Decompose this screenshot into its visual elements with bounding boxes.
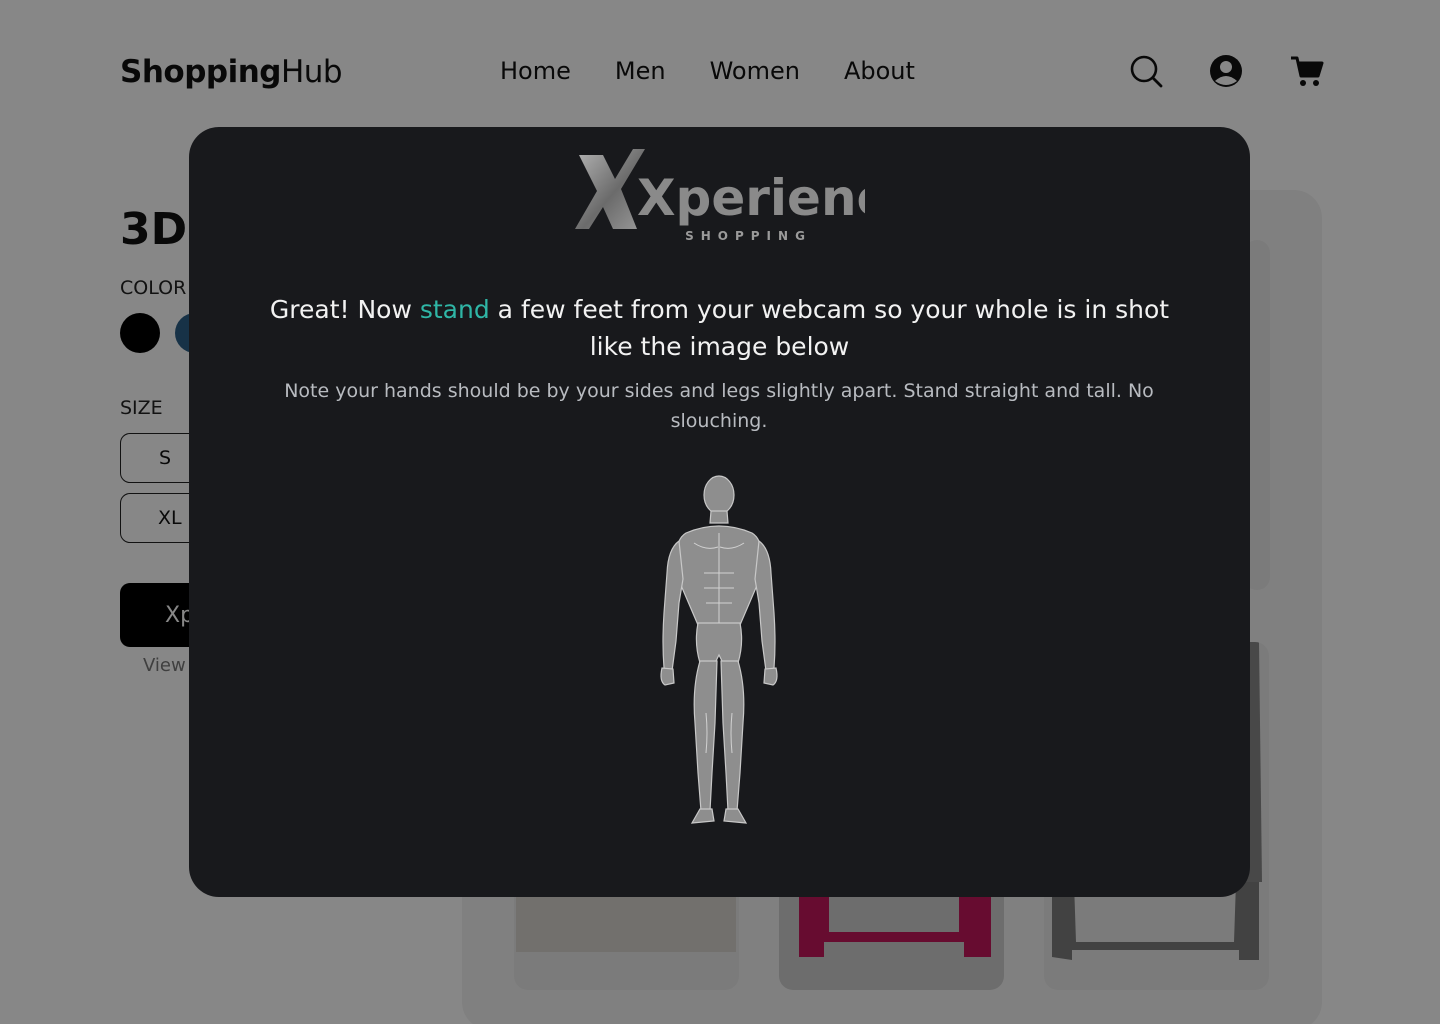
brand-subtitle: SHOPPING (685, 229, 812, 243)
brand-name: Xperience (637, 169, 865, 227)
instruction-note: Note your hands should be by your sides … (284, 380, 1154, 432)
xperience-logo-mark: Xperience (574, 149, 865, 229)
webcam-instruction-modal: Xperience SHOPPING Great! Now stand a fe… (189, 127, 1250, 897)
xperience-logo: Xperience SHOPPING (189, 149, 1250, 243)
headline-text-end: a few feet from your webcam so your whol… (489, 295, 1170, 361)
human-body-figure (660, 475, 778, 824)
instruction-headline: Great! Now stand a few feet from your we… (249, 291, 1190, 365)
headline-highlight: stand (419, 295, 490, 324)
headline-text-start: Great! Now (269, 295, 420, 324)
